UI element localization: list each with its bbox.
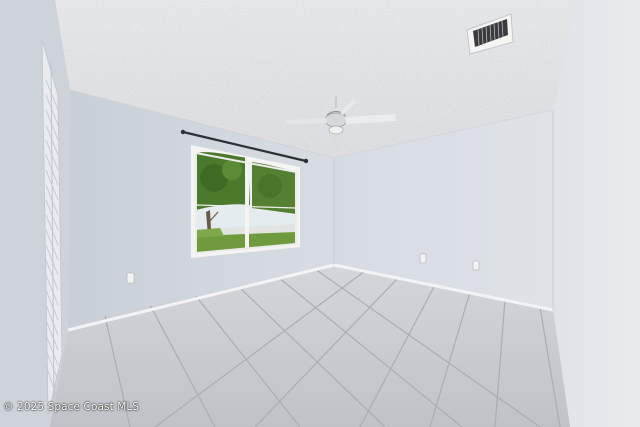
wall-outlet xyxy=(126,272,135,284)
right-wall xyxy=(553,0,640,427)
room-photo: © 2025 Space Coast MLS xyxy=(0,0,640,427)
wall-outlet xyxy=(472,260,480,271)
room-illustration xyxy=(0,0,640,427)
wall-outlet xyxy=(419,253,427,264)
mls-watermark: © 2025 Space Coast MLS xyxy=(3,401,140,413)
